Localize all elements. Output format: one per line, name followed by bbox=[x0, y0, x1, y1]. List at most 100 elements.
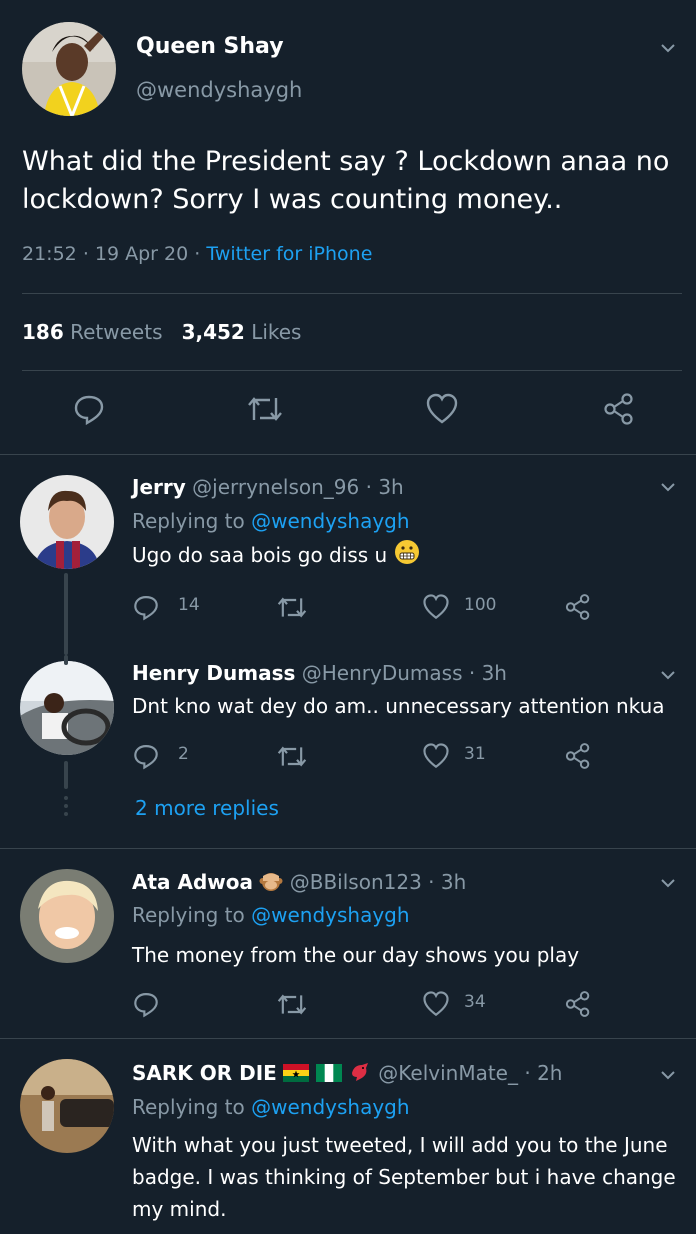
share-icon[interactable] bbox=[564, 593, 592, 621]
reply-text: Dnt kno wat dey do am.. unnecessary atte… bbox=[132, 694, 665, 718]
avatar[interactable] bbox=[20, 475, 114, 569]
like-count: 31 bbox=[464, 744, 486, 764]
retweet-icon[interactable] bbox=[276, 744, 308, 769]
like-stat[interactable]: 3,452 Likes bbox=[182, 320, 302, 344]
avatar[interactable] bbox=[20, 869, 114, 963]
replying-label: Replying to bbox=[132, 509, 245, 533]
thread-line bbox=[64, 761, 68, 789]
heart-icon[interactable] bbox=[422, 990, 450, 1018]
retweet-icon[interactable] bbox=[276, 992, 308, 1017]
chevron-down-icon[interactable] bbox=[658, 1065, 678, 1085]
chevron-down-icon[interactable] bbox=[658, 873, 678, 893]
divider bbox=[22, 293, 682, 294]
reply-tweet[interactable]: Henry Dumass @HenryDumass · 3h Dnt kno w… bbox=[0, 655, 696, 848]
avatar[interactable] bbox=[20, 1059, 114, 1153]
replying-to-handle[interactable]: @wendyshaygh bbox=[251, 903, 409, 927]
tweet-time: 21:52 bbox=[22, 243, 77, 265]
separator-dot: · bbox=[524, 1061, 531, 1085]
author-handle[interactable]: @wendyshaygh bbox=[136, 78, 302, 102]
replying-to-handle[interactable]: @wendyshaygh bbox=[251, 1095, 409, 1119]
reply-age: 2h bbox=[537, 1061, 563, 1085]
author-handle[interactable]: @HenryDumass bbox=[302, 661, 463, 685]
author-handle[interactable]: @BBilson123 bbox=[290, 870, 422, 894]
reply-tweet[interactable]: Jerry @jerrynelson_96 · 3h Replying to @… bbox=[0, 455, 696, 655]
reply-text: The money from the our day shows you pla… bbox=[132, 943, 580, 967]
tweet-actions bbox=[0, 392, 696, 432]
reply-icon[interactable] bbox=[132, 593, 160, 621]
retweet-stat[interactable]: 186 Retweets bbox=[22, 320, 162, 344]
reply-icon[interactable] bbox=[132, 990, 160, 1018]
tweet-stats: 186 Retweets 3,452 Likes bbox=[22, 320, 301, 344]
tweet-date: 19 Apr 20 bbox=[94, 243, 189, 265]
replying-to: Replying to @wendyshaygh bbox=[132, 903, 410, 927]
author-name[interactable]: SARK OR DIE bbox=[132, 1061, 277, 1085]
tweet-meta: 21:52 · 19 Apr 20 · Twitter for iPhone bbox=[22, 243, 372, 265]
reply-age: 3h bbox=[481, 661, 507, 685]
like-label: Likes bbox=[251, 320, 302, 344]
replying-label: Replying to bbox=[132, 1095, 245, 1119]
chevron-down-icon[interactable] bbox=[658, 38, 678, 58]
thread-line bbox=[64, 573, 68, 655]
thread-dots bbox=[64, 796, 68, 820]
tweet-source[interactable]: Twitter for iPhone bbox=[206, 243, 372, 265]
grimacing-face-icon bbox=[394, 539, 420, 574]
avatar[interactable] bbox=[22, 22, 116, 116]
replying-to: Replying to @wendyshaygh bbox=[132, 509, 410, 533]
separator-dot: · bbox=[194, 243, 201, 265]
heart-icon[interactable] bbox=[425, 392, 459, 426]
replying-label: Replying to bbox=[132, 903, 245, 927]
retweet-icon[interactable] bbox=[276, 595, 308, 620]
separator-dot: · bbox=[428, 870, 435, 894]
reply-tweet[interactable]: Ata Adwoa @BBilson123 · 3h Replying to @… bbox=[0, 849, 696, 1038]
share-icon[interactable] bbox=[564, 742, 592, 770]
reply-icon[interactable] bbox=[132, 742, 160, 770]
replying-to-handle[interactable]: @wendyshaygh bbox=[251, 509, 409, 533]
chevron-down-icon[interactable] bbox=[658, 477, 678, 497]
like-count: 3,452 bbox=[181, 320, 245, 344]
heart-icon[interactable] bbox=[422, 742, 450, 770]
see-no-evil-monkey-icon bbox=[259, 869, 283, 898]
reply-header: SARK OR DIE @KelvinMate_ · 2h bbox=[132, 1061, 562, 1088]
like-count: 34 bbox=[464, 992, 486, 1012]
reply-age: 3h bbox=[440, 870, 467, 894]
author-name[interactable]: Jerry bbox=[132, 475, 186, 499]
bird-icon bbox=[348, 1061, 372, 1088]
replying-to: Replying to @wendyshaygh bbox=[132, 1095, 410, 1119]
reply-actions: 34 bbox=[132, 988, 612, 1018]
retweet-count: 186 bbox=[22, 320, 64, 344]
reply-tweet[interactable]: SARK OR DIE @KelvinMate_ · 2h Replying t… bbox=[0, 1039, 696, 1234]
reply-header: Jerry @jerrynelson_96 · 3h bbox=[132, 475, 404, 499]
tweet-text: What did the President say ? Lockdown an… bbox=[22, 146, 670, 215]
author-handle[interactable]: @KelvinMate_ bbox=[378, 1061, 518, 1085]
author-name[interactable]: Ata Adwoa bbox=[132, 870, 253, 894]
reply-text: Ugo do saa bois go diss u bbox=[132, 539, 682, 574]
retweet-icon[interactable] bbox=[246, 394, 284, 424]
ghana-flag-icon bbox=[283, 1063, 310, 1087]
reply-text: With what you just tweeted, I will add y… bbox=[132, 1133, 676, 1221]
separator-dot: · bbox=[82, 243, 89, 265]
share-icon[interactable] bbox=[602, 392, 636, 426]
more-replies-link[interactable]: 2 more replies bbox=[135, 796, 279, 820]
author-name[interactable]: Queen Shay bbox=[136, 34, 284, 59]
share-icon[interactable] bbox=[564, 990, 592, 1018]
thread-line bbox=[64, 655, 68, 665]
reply-actions: 14 100 bbox=[132, 591, 612, 621]
retweet-label: Retweets bbox=[70, 320, 163, 344]
reply-header: Henry Dumass @HenryDumass · 3h bbox=[132, 661, 507, 685]
reply-count: 14 bbox=[178, 595, 200, 615]
nigeria-flag-icon bbox=[315, 1063, 342, 1087]
reply-age: 3h bbox=[378, 475, 404, 499]
separator-dot: · bbox=[365, 475, 372, 499]
author-name[interactable]: Henry Dumass bbox=[132, 661, 295, 685]
reply-actions: 2 31 bbox=[132, 740, 612, 770]
author-handle[interactable]: @jerrynelson_96 bbox=[192, 475, 359, 499]
reply-text-content: Ugo do saa bois go diss u bbox=[132, 543, 388, 567]
reply-header: Ata Adwoa @BBilson123 · 3h bbox=[132, 869, 466, 898]
reply-icon[interactable] bbox=[72, 392, 106, 426]
chevron-down-icon[interactable] bbox=[658, 665, 678, 685]
separator-dot: · bbox=[468, 661, 476, 685]
reply-count: 2 bbox=[178, 744, 189, 764]
like-count: 100 bbox=[464, 595, 497, 615]
avatar[interactable] bbox=[20, 661, 114, 755]
heart-icon[interactable] bbox=[422, 593, 450, 621]
